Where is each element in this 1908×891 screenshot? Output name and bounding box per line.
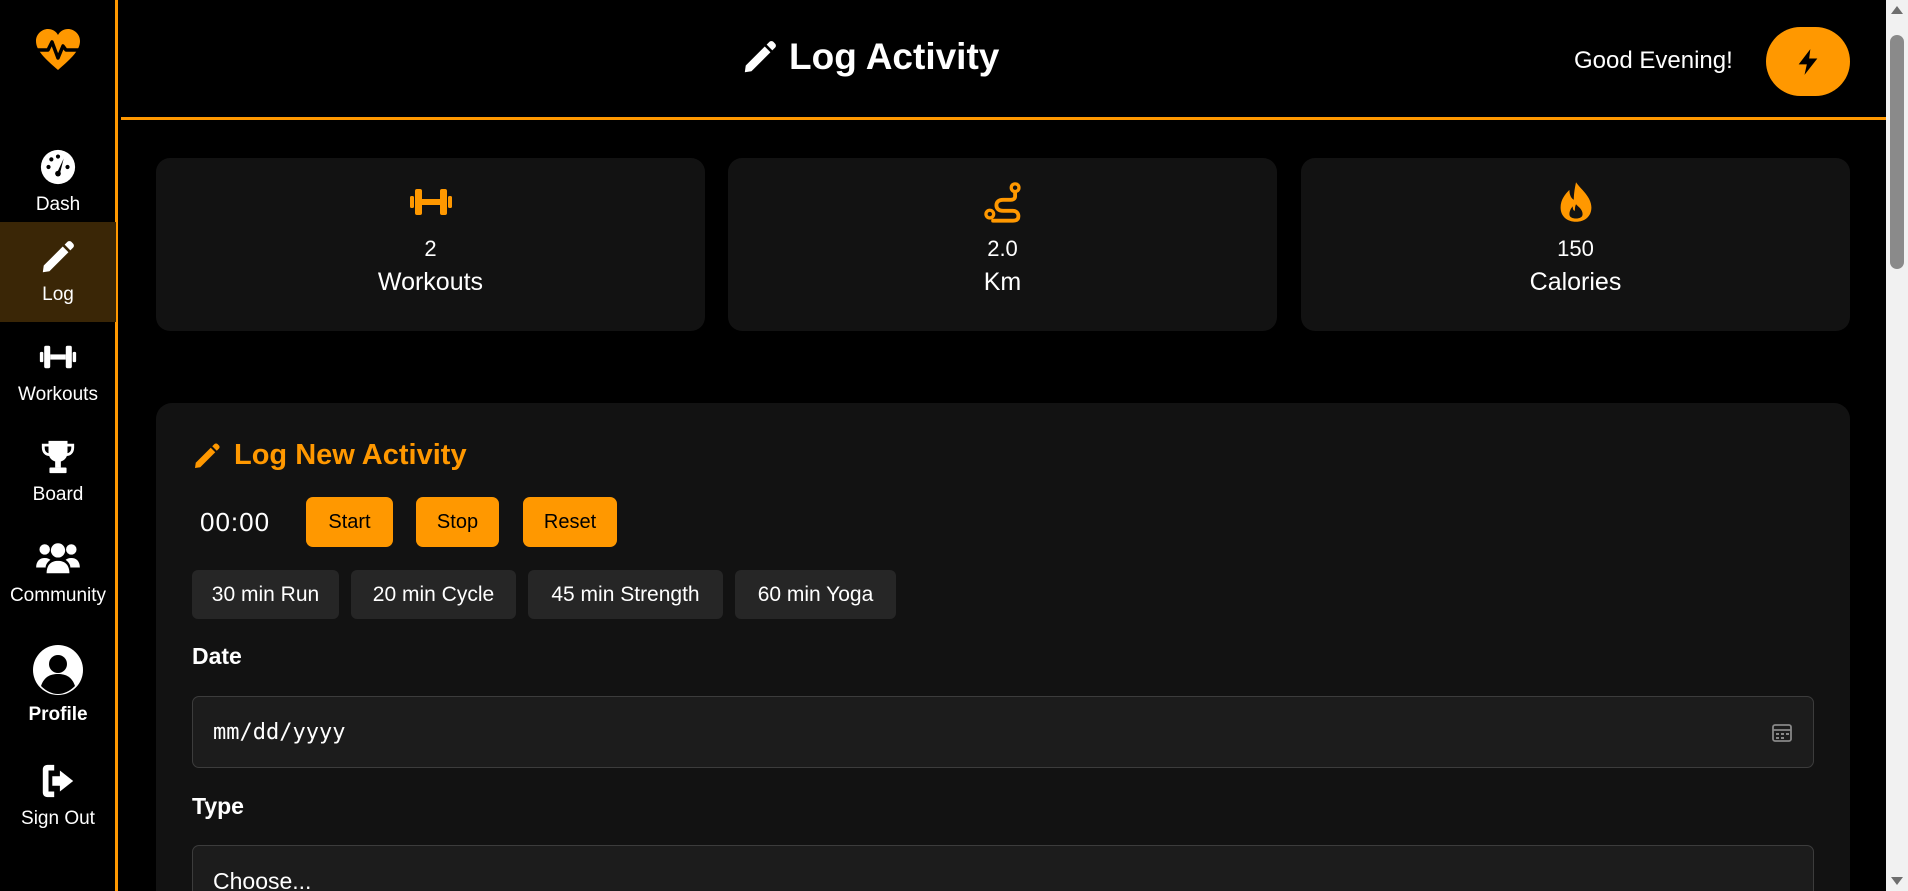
stat-card-distance: 2.0 Km — [728, 158, 1277, 331]
sidebar-item-label: Board — [32, 484, 84, 505]
stat-label: Workouts — [377, 268, 484, 296]
sidebar-item-dash[interactable]: Dash — [0, 132, 116, 232]
scroll-thumb[interactable] — [1890, 35, 1904, 269]
stat-card-calories: 150 Calories — [1301, 158, 1850, 331]
panel-title-text: Log New Activity — [234, 439, 467, 471]
sidebar-item-log[interactable]: Log — [0, 222, 116, 322]
timer-stop-button[interactable]: Stop — [416, 497, 499, 547]
stat-value: 150 — [1557, 236, 1594, 261]
header: Log Activity Good Evening! — [121, 0, 1886, 120]
sidebar-item-profile[interactable]: Profile — [0, 635, 116, 735]
preset-button-cycle[interactable]: 20 min Cycle — [351, 570, 516, 619]
stat-label: Km — [983, 268, 1022, 296]
sidebar: Dash Log Workouts Board Community Profil… — [0, 0, 118, 891]
dumbbell-icon — [39, 345, 77, 369]
log-activity-panel: Log New Activity 00:00 Start Stop Reset … — [156, 403, 1850, 891]
sidebar-item-sign-out[interactable]: Sign Out — [0, 746, 116, 846]
panel-title: Log New Activity — [192, 439, 467, 472]
stat-value: 2 — [424, 236, 437, 261]
fire-icon — [1560, 182, 1591, 222]
sidebar-item-label: Community — [9, 585, 107, 606]
user-circle-icon — [33, 645, 83, 695]
timer-start-button[interactable]: Start — [306, 497, 393, 547]
page-title-text: Log Activity — [789, 36, 1000, 77]
greeting-text: Good Evening! — [1574, 47, 1733, 74]
heart-pulse-logo-icon[interactable] — [34, 28, 82, 72]
lightning-bolt-icon — [1798, 48, 1818, 75]
sidebar-item-community[interactable]: Community — [0, 523, 116, 623]
calendar-icon[interactable] — [1771, 721, 1793, 743]
trophy-icon — [41, 440, 75, 474]
preset-button-yoga[interactable]: 60 min Yoga — [735, 570, 896, 619]
sidebar-item-label: Profile — [28, 704, 88, 725]
type-select-value: Choose... — [213, 867, 312, 891]
users-icon — [36, 543, 80, 574]
scroll-down-arrow-icon[interactable] — [1891, 877, 1903, 885]
sidebar-item-board[interactable]: Board — [0, 422, 116, 522]
page-scrollbar[interactable] — [1886, 0, 1908, 891]
scroll-up-arrow-icon[interactable] — [1891, 6, 1903, 14]
preset-button-strength[interactable]: 45 min Strength — [528, 570, 723, 619]
pencil-icon — [744, 41, 776, 73]
dumbbell-icon — [409, 189, 452, 215]
sidebar-item-label: Dash — [35, 194, 81, 215]
stat-value: 2.0 — [987, 236, 1018, 261]
timer-reset-button[interactable]: Reset — [523, 497, 617, 547]
sidebar-item-label: Log — [42, 284, 74, 305]
date-label: Date — [192, 643, 242, 669]
date-placeholder: mm/dd/yyyy — [213, 719, 346, 745]
page-title: Log Activity — [741, 36, 999, 78]
type-select[interactable]: Choose... — [192, 845, 1814, 891]
pencil-icon — [42, 241, 74, 273]
type-label: Type — [192, 793, 244, 819]
sidebar-item-label: Sign Out — [21, 808, 95, 829]
stat-label: Calories — [1529, 268, 1622, 296]
preset-button-run[interactable]: 30 min Run — [192, 570, 339, 619]
sidebar-item-workouts[interactable]: Workouts — [0, 322, 116, 422]
date-input[interactable]: mm/dd/yyyy — [192, 696, 1814, 768]
timer-display: 00:00 — [200, 507, 271, 537]
quick-action-button[interactable] — [1766, 27, 1850, 96]
sidebar-item-label: Workouts — [18, 384, 98, 405]
gauge-icon — [40, 149, 76, 185]
stat-card-workouts: 2 Workouts — [156, 158, 705, 331]
pencil-icon — [195, 442, 220, 468]
route-icon — [983, 182, 1021, 223]
sign-out-icon — [42, 764, 74, 798]
